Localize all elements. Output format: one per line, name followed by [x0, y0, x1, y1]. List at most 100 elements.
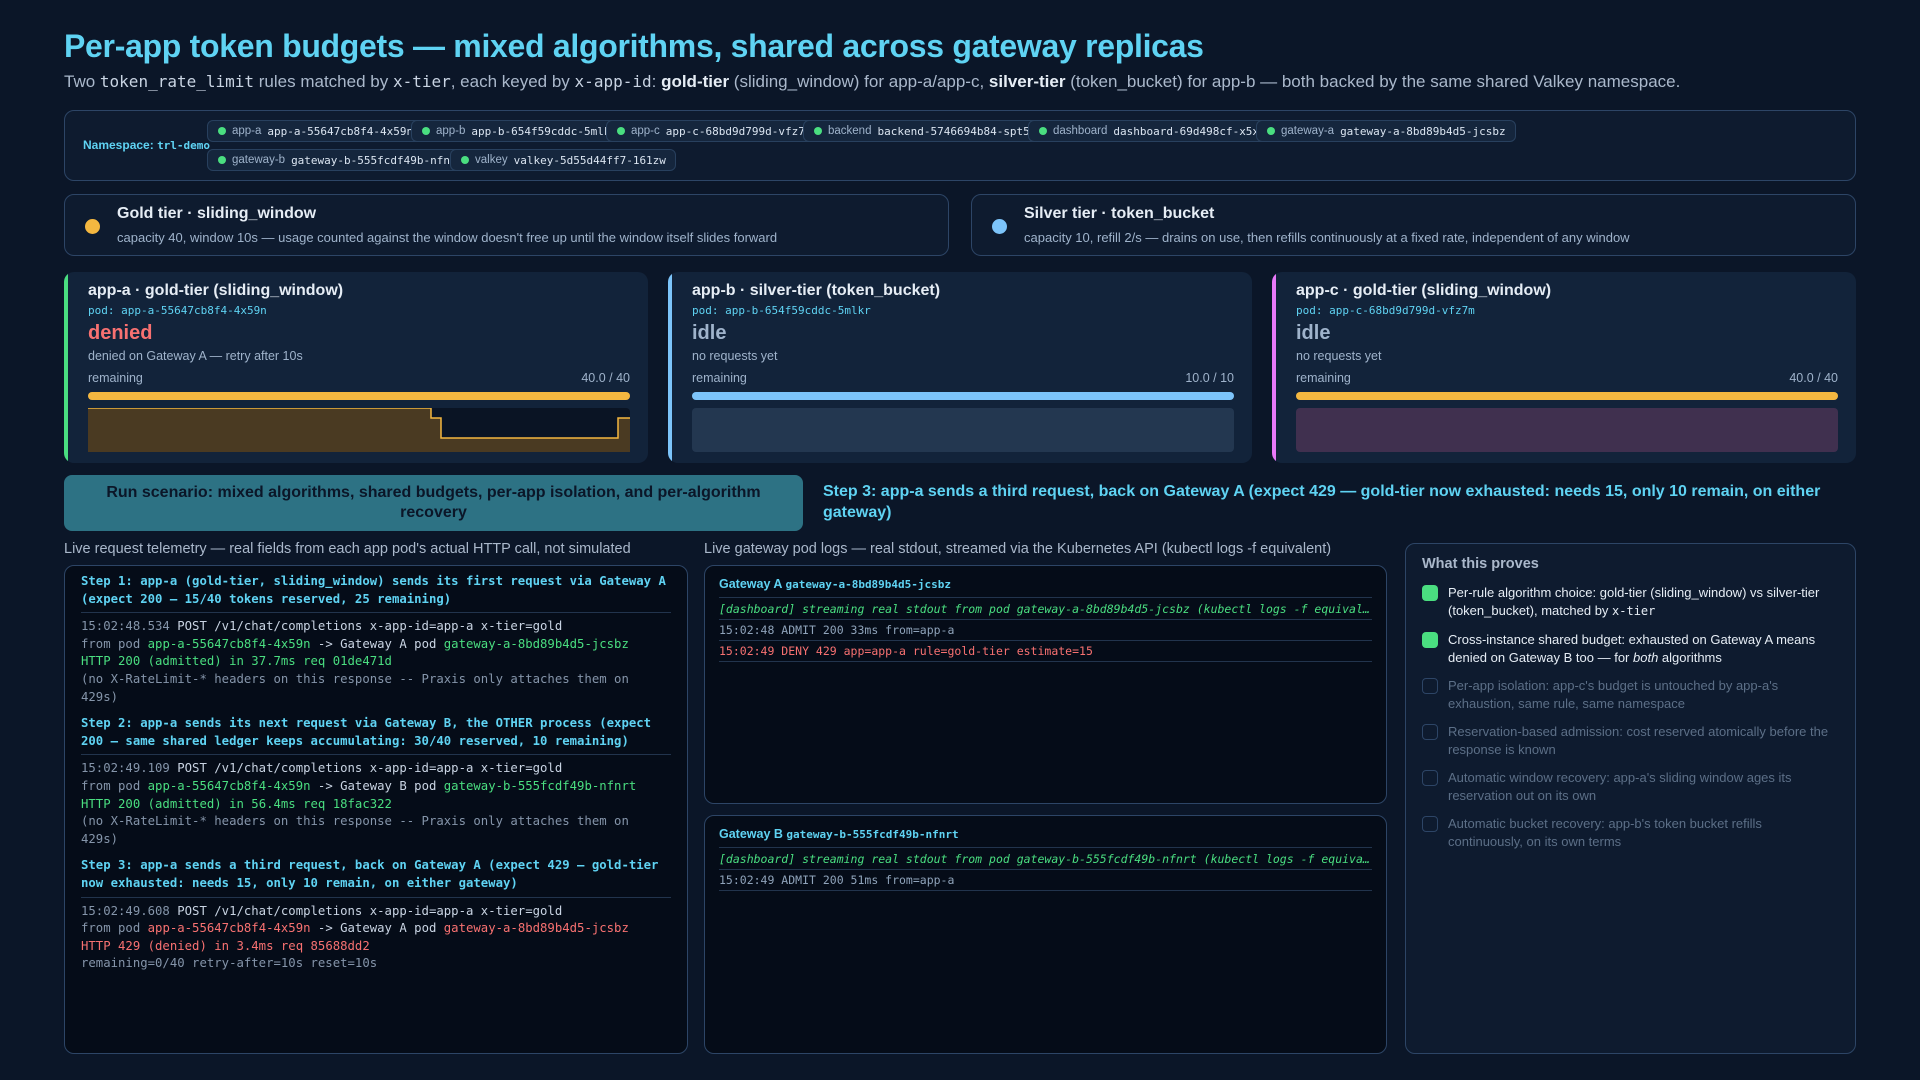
telemetry-step-heading: Step 3: app-a sends a third request, bac…: [81, 857, 671, 898]
logs-caption: Live gateway pod logs — real stdout, str…: [704, 541, 1332, 557]
route-prefix: from pod: [81, 921, 148, 936]
proves-item-text: Per-app isolation: app-c's budget is unt…: [1448, 678, 1779, 711]
unchecked-checkbox-icon: [1422, 678, 1438, 694]
unchecked-checkbox-icon: [1422, 816, 1438, 832]
target-pod: gateway-a-8bd89b4d5-jcsbz: [443, 636, 629, 651]
app-card-note: denied on Gateway A — retry after 10s: [88, 349, 303, 363]
app-card-state: denied: [88, 322, 153, 344]
pod-app-name: app-b: [436, 125, 466, 137]
gateway-pod: gateway-b-555fcdf49b-nfnrt: [786, 828, 959, 841]
timestamp: 15:02:49.109: [81, 761, 170, 776]
proves-item-text: Cross-instance shared budget: exhausted …: [1448, 632, 1816, 665]
proves-item-3: Per-app isolation: app-c's budget is unt…: [1422, 677, 1839, 712]
silver-tier-card: Silver tier · token_bucket capacity 10, …: [971, 194, 1856, 256]
route-arrow: -> Gateway A pod: [310, 921, 444, 936]
telemetry-caption: Live request telemetry — real fields fro…: [64, 541, 631, 557]
app-card-pod: pod: app-c-68bd9d799d-vfz7m: [1296, 304, 1475, 317]
log-header: Gateway A gateway-a-8bd89b4d5-jcsbz: [719, 574, 1372, 598]
gateway-a-logs-panel[interactable]: Gateway A gateway-a-8bd89b4d5-jcsbz [dash…: [704, 565, 1387, 804]
status-dot-icon: [422, 127, 430, 135]
proves-item-text: Automatic bucket recovery: app-b's token…: [1448, 816, 1762, 849]
telemetry-panel[interactable]: Step 1: app-a (gold-tier, sliding_window…: [64, 565, 688, 1054]
timestamp: 15:02:49.608: [81, 903, 170, 918]
proves-item-1: Per-rule algorithm choice: gold-tier (sl…: [1422, 584, 1839, 620]
app-card-title: app-c · gold-tier (sliding_window): [1296, 282, 1552, 299]
http-status: HTTP 200 (admitted): [81, 796, 222, 811]
card-accent: [668, 272, 672, 463]
silver-tier-dot-icon: [992, 219, 1007, 234]
proves-item-5: Automatic window recovery: app-a's slidi…: [1422, 769, 1839, 804]
telemetry-extra-line: (no X-RateLimit-* headers on this respon…: [81, 814, 629, 846]
remaining-bar-fill: [692, 392, 1234, 400]
gateway-label: Gateway B: [719, 827, 787, 841]
request-text: POST /v1/chat/completions x-app-id=app-a…: [169, 903, 563, 918]
usage-sparkline: [88, 407, 630, 452]
status-dot-icon: [218, 156, 226, 164]
telemetry-extra-line: remaining=0/40 retry-after=10s reset=10s: [81, 956, 378, 971]
http-status: HTTP 200 (admitted): [81, 654, 222, 669]
remaining-bar-fill: [1296, 392, 1838, 400]
status-dot-icon: [218, 127, 226, 135]
target-pod: gateway-a-8bd89b4d5-jcsbz: [443, 921, 629, 936]
telemetry-status-line: HTTP 200 (admitted) in 56.4ms req 18fac3…: [81, 796, 671, 814]
gold-tier-card: Gold tier · sliding_window capacity 40, …: [64, 194, 949, 256]
log-line-deny: 15:02:49 DENY 429 app=app-a rule=gold-ti…: [719, 641, 1372, 662]
gateway-b-logs-panel[interactable]: Gateway B gateway-b-555fcdf49b-nfnrt [das…: [704, 815, 1387, 1054]
pod-pill-app-c: app-c app-c-68bd9d799d-vfz7m: [606, 120, 822, 142]
app-card-note: no requests yet: [1296, 349, 1382, 363]
pod-pill-app-b: app-b app-b-654f59cddc-5mlkr: [411, 120, 628, 142]
request-text: POST /v1/chat/completions x-app-id=app-a…: [169, 619, 563, 634]
pod-pill-backend: backend backend-5746694b84-spt5k: [803, 120, 1047, 142]
remaining-value: 40.0 / 40: [1789, 371, 1838, 385]
remaining-label: remaining: [1296, 371, 1351, 385]
source-pod: app-a-55647cb8f4-4x59n: [147, 778, 311, 793]
app-card-title: app-b · silver-tier (token_bucket): [692, 282, 941, 299]
app-card-1: app-a · gold-tier (sliding_window) pod: a…: [64, 272, 648, 463]
run-scenario-button[interactable]: Run scenario: mixed algorithms, shared b…: [64, 475, 803, 531]
page-subtitle: Two token_rate_limit rules matched by x-…: [64, 72, 1681, 91]
log-stream-line: [dashboard] streaming real stdout from p…: [719, 849, 1372, 870]
status-dot-icon: [1039, 127, 1047, 135]
pod-app-name: valkey: [475, 154, 508, 166]
pod-name: gateway-a-8bd89b4d5-jcsbz: [1340, 124, 1506, 138]
remaining-bar: [88, 392, 630, 400]
timestamp: 15:02:48.534: [81, 619, 170, 634]
proves-item-4: Reservation-based admission: cost reserv…: [1422, 723, 1839, 758]
log-line-admit: 15:02:49 ADMIT 200 51ms from=app-a: [719, 870, 1372, 891]
remaining-label: remaining: [692, 371, 747, 385]
telemetry-step-3: Step 3: app-a sends a third request, bac…: [81, 857, 671, 973]
remaining-label: remaining: [88, 371, 143, 385]
pod-name: app-c-68bd9d799d-vfz7m: [665, 124, 812, 138]
pod-name: backend-5746694b84-spt5k: [877, 124, 1037, 138]
telemetry-step-heading: Step 2: app-a sends its next request via…: [81, 715, 671, 756]
pod-app-name: backend: [828, 125, 872, 137]
pod-name: app-a-55647cb8f4-4x59n: [267, 124, 414, 138]
sparkline-svg: [88, 407, 630, 452]
current-step-banner: Step 3: app-a sends a third request, bac…: [823, 483, 1821, 521]
page-title: Per-app token budgets — mixed algorithms…: [64, 28, 1204, 64]
namespace-panel: Namespace: trl-demo app-a app-a-55647cb8f…: [64, 110, 1856, 181]
gold-tier-desc: capacity 40, window 10s — usage counted …: [117, 230, 778, 245]
unchecked-checkbox-icon: [1422, 770, 1438, 786]
status-dot-icon: [617, 127, 625, 135]
pod-name: valkey-5d55d44ff7-161zw: [513, 153, 666, 167]
namespace-label: Namespace: trl-demo: [83, 138, 211, 152]
telemetry-request-line: 15:02:49.109 POST /v1/chat/completions x…: [81, 760, 671, 778]
app-card-note: no requests yet: [692, 349, 778, 363]
telemetry-route-line: from pod app-a-55647cb8f4-4x59n -> Gatew…: [81, 636, 671, 654]
pod-app-name: dashboard: [1053, 125, 1108, 137]
app-card-3: app-c · gold-tier (sliding_window) pod: a…: [1272, 272, 1856, 463]
pod-app-name: app-a: [232, 125, 262, 137]
app-card-pod: pod: app-b-654f59cddc-5mlkr: [692, 304, 871, 317]
remaining-bar: [1296, 392, 1838, 400]
pod-app-name: gateway-b: [232, 154, 286, 166]
checked-checkbox-icon: [1422, 632, 1438, 648]
proves-item-text: Per-rule algorithm choice: gold-tier (sl…: [1448, 585, 1820, 618]
http-status: HTTP 429 (denied): [81, 938, 207, 953]
route-arrow: -> Gateway B pod: [310, 778, 444, 793]
pod-pill-gateway-a: gateway-a gateway-a-8bd89b4d5-jcsbz: [1256, 120, 1516, 142]
log-line-admit: 15:02:48 ADMIT 200 33ms from=app-a: [719, 620, 1372, 641]
pod-pill-app-a: app-a app-a-55647cb8f4-4x59n: [207, 120, 424, 142]
gold-tier-name: Gold tier · sliding_window: [117, 205, 317, 222]
app-card-state: idle: [1296, 322, 1331, 344]
